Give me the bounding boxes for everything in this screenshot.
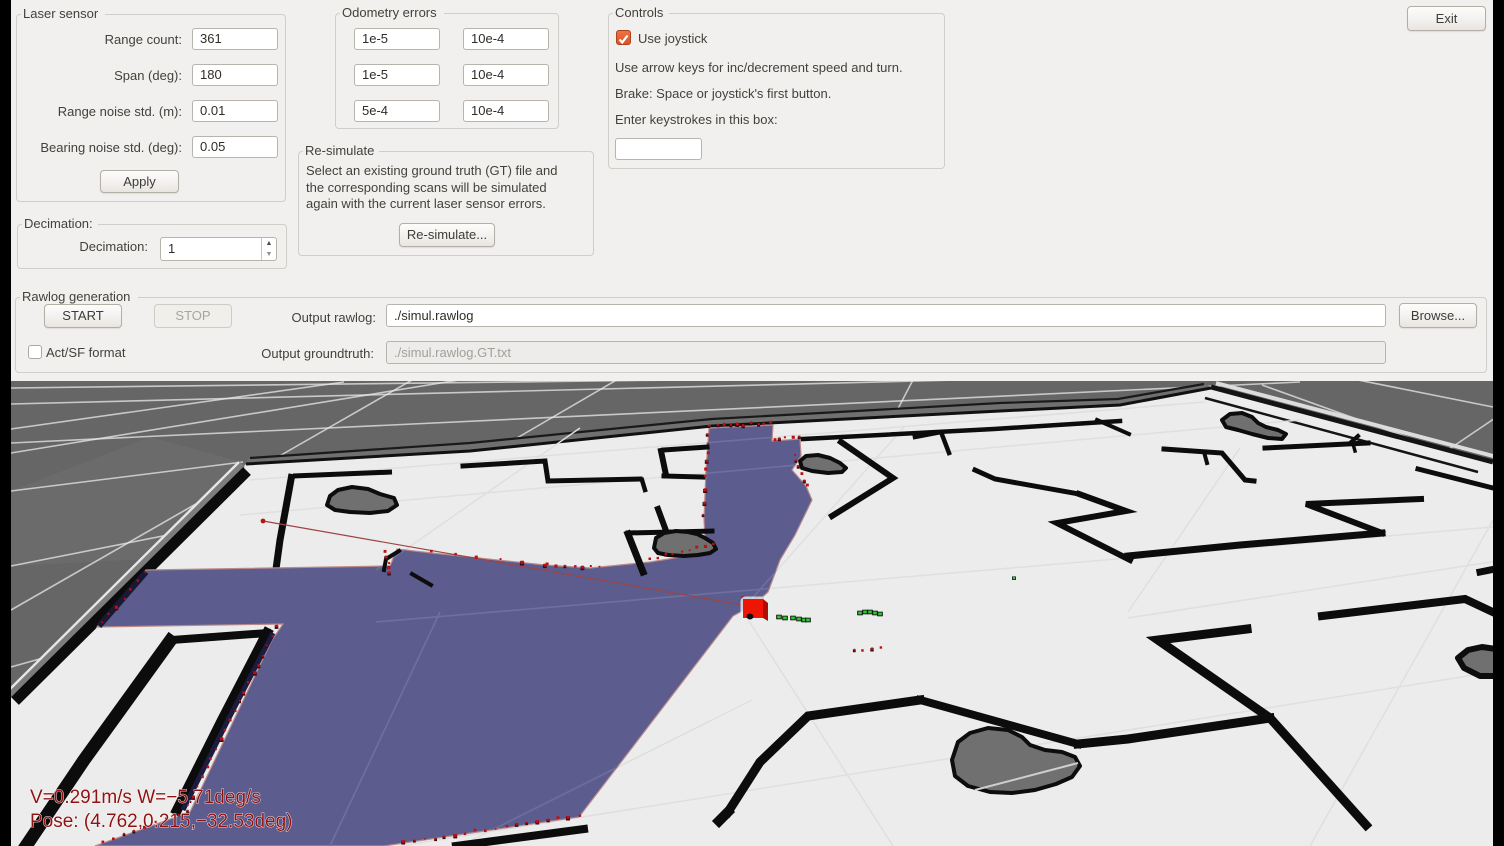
svg-text:Pose: (4.762,0.215,−32.53deg): Pose: (4.762,0.215,−32.53deg) [30,811,293,832]
svg-text:V=0.291m/s W=−5.71deg/s: V=0.291m/s W=−5.71deg/s [30,787,261,808]
